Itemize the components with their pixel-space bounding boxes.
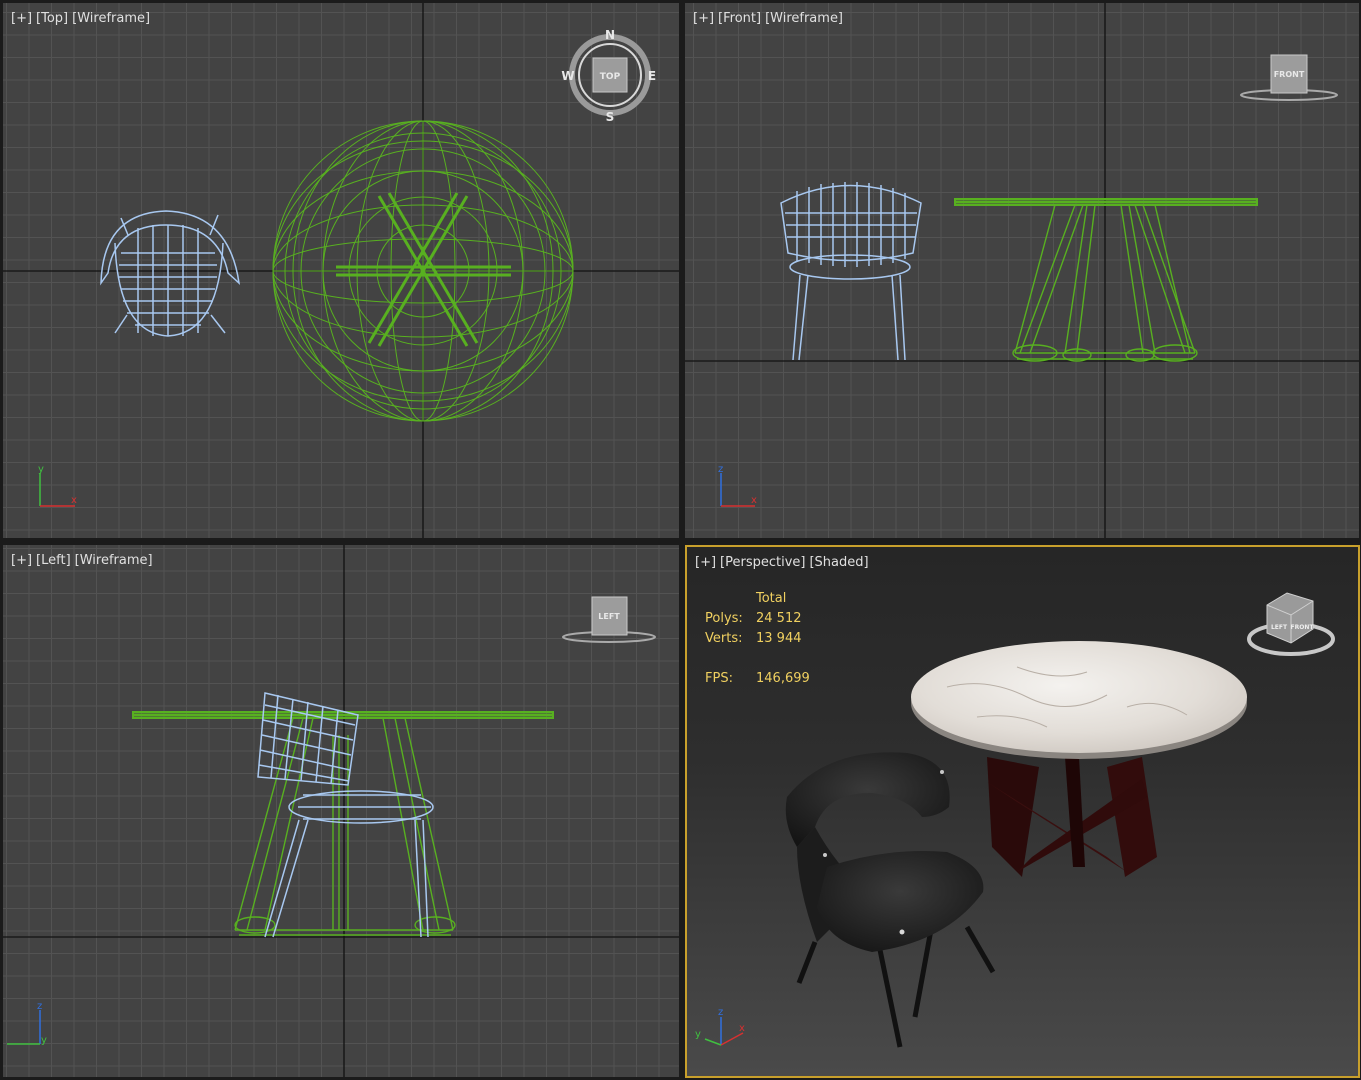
compass-east-label: E — [648, 69, 656, 83]
axis-label-b: y — [41, 1035, 47, 1046]
viewport-view-name[interactable]: [Perspective] — [720, 555, 805, 570]
viewport-shading-mode[interactable]: [Wireframe] — [72, 11, 150, 26]
axis-label-b: x — [739, 1023, 745, 1034]
table-wireframe-front[interactable] — [954, 198, 1258, 362]
viewport-view-name[interactable]: [Left] — [36, 553, 71, 568]
front-viewport-scene: FRONT z x — [685, 3, 1359, 538]
viewport-menu-plus[interactable]: [+] — [693, 11, 714, 26]
viewport-menu-plus[interactable]: [+] — [11, 553, 32, 568]
chair-wireframe-top[interactable] — [100, 210, 241, 337]
polys-value: 24 512 — [756, 611, 802, 626]
viewport-top[interactable]: TOP N S E W y x [+] [Top] [Wireframe] — [3, 3, 679, 538]
viewport-shading-mode[interactable]: [Wireframe] — [75, 553, 153, 568]
viewport-view-name[interactable]: [Front] — [718, 11, 761, 26]
viewcube-left[interactable]: LEFT — [562, 596, 656, 643]
chair-wireframe-front[interactable] — [780, 182, 922, 361]
compass-south-label: S — [606, 110, 615, 124]
viewport-label-perspective[interactable]: [+] [Perspective] [Shaded] — [695, 555, 873, 570]
viewcube-front[interactable]: FRONT — [1240, 54, 1338, 101]
table-wireframe-left[interactable] — [132, 711, 554, 936]
table-shaded[interactable] — [911, 641, 1247, 877]
fps-label: FPS: — [705, 671, 733, 686]
viewcube-perspective[interactable]: LEFT FRONT — [1247, 592, 1335, 656]
stats-header: Total — [756, 591, 787, 606]
axis-tripod-perspective: z x y — [695, 1007, 745, 1046]
viewport-view-name[interactable]: [Top] — [36, 11, 68, 26]
chair-shaded[interactable] — [785, 752, 996, 1048]
viewport-label-left[interactable]: [+] [Left] [Wireframe] — [11, 553, 157, 568]
axis-label-a: z — [718, 464, 723, 475]
viewcube-compass-top[interactable]: TOP N S E W — [561, 28, 656, 124]
viewport-menu-plus[interactable]: [+] — [695, 555, 716, 570]
viewcube-face-label: LEFT — [598, 612, 620, 621]
viewport-shading-mode[interactable]: [Shaded] — [809, 555, 868, 570]
viewcube-face-label-front: FRONT — [1291, 624, 1315, 631]
viewport-label-front[interactable]: [+] [Front] [Wireframe] — [693, 11, 847, 26]
axis-tripod-top: y x — [38, 464, 77, 507]
top-viewport-scene: TOP N S E W y x — [3, 3, 679, 538]
axis-tripod-left: z y — [7, 1001, 47, 1046]
verts-value: 13 944 — [756, 631, 802, 646]
viewcube-face-label-left: LEFT — [1271, 624, 1288, 631]
viewport-left[interactable]: LEFT z y [+] [Left] [Wireframe] — [3, 545, 679, 1077]
axis-label-b: x — [71, 495, 77, 506]
left-viewport-scene: LEFT z y — [3, 545, 679, 1077]
axis-label-a: z — [37, 1001, 42, 1012]
scene-statistics: Total Polys: 24 512 Verts: 13 944 FPS: 146,… — [705, 591, 810, 691]
axis-label-b: x — [751, 495, 757, 506]
axis-tripod-front: z x — [718, 464, 757, 507]
polys-label: Polys: — [705, 611, 743, 626]
compass-north-label: N — [605, 28, 615, 42]
viewcube-face-label: FRONT — [1274, 70, 1305, 79]
viewport-shading-mode[interactable]: [Wireframe] — [765, 11, 843, 26]
fps-value: 146,699 — [756, 671, 810, 686]
table-wireframe-top[interactable] — [272, 120, 574, 422]
axis-label-c: y — [695, 1029, 701, 1040]
viewport-perspective[interactable]: LEFT FRONT z x y [+] [Perspective] [Shaded… — [685, 545, 1360, 1078]
axis-label-a: y — [38, 464, 44, 475]
verts-label: Verts: — [705, 631, 743, 646]
viewport-front[interactable]: FRONT z x [+] [Front] [Wireframe] — [685, 3, 1359, 538]
viewport-label-top[interactable]: [+] [Top] [Wireframe] — [11, 11, 154, 26]
viewcube-face-label: TOP — [600, 72, 621, 82]
compass-west-label: W — [561, 69, 574, 83]
chair-wireframe-left[interactable] — [257, 692, 434, 938]
viewport-menu-plus[interactable]: [+] — [11, 11, 32, 26]
axis-label-a: z — [718, 1007, 723, 1018]
